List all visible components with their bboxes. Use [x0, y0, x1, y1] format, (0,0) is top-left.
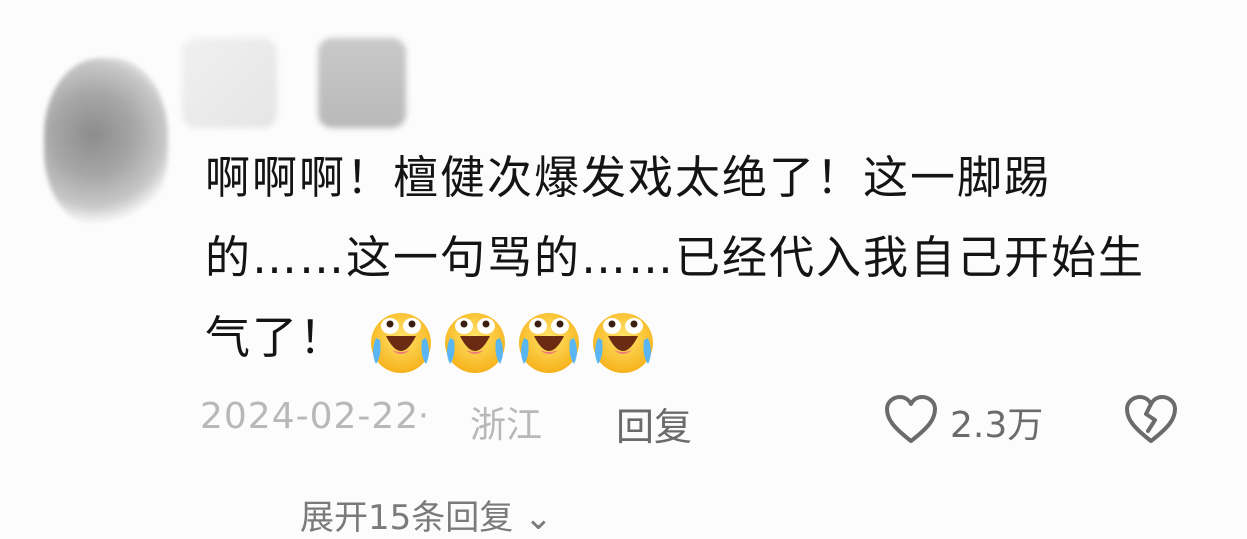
crying-laughing-face-emoji [593, 313, 654, 373]
crying-laughing-face-emoji [371, 313, 432, 373]
reply-button[interactable]: 回复 [616, 396, 692, 451]
comment-date: 2024-02-22 [200, 396, 420, 437]
comment-region: 浙江 [470, 405, 543, 446]
comment-meta: 2024-02-22 · 浙江 回复 2.3万 [200, 393, 1200, 449]
crying-laughing-face-emoji [445, 313, 506, 373]
avatar[interactable] [44, 58, 168, 228]
emoji-group [366, 306, 658, 376]
like-count: 2.3万 [950, 405, 1044, 446]
broken-heart-icon[interactable] [1123, 393, 1179, 445]
meta-separator: · [418, 396, 429, 436]
crying-laughing-face-emoji [519, 313, 580, 373]
heart-outline-icon[interactable] [883, 393, 939, 445]
username-blurred-2[interactable] [318, 38, 406, 128]
username-blurred[interactable] [182, 38, 277, 128]
comment-body: 啊啊啊！檀健次爆发戏太绝了！这一脚踢的……这一句骂的……已经代入我自己开始生气了… [205, 151, 1146, 364]
comment-text: 啊啊啊！檀健次爆发戏太绝了！这一脚踢的……这一句骂的……已经代入我自己开始生气了… [205, 138, 1185, 378]
